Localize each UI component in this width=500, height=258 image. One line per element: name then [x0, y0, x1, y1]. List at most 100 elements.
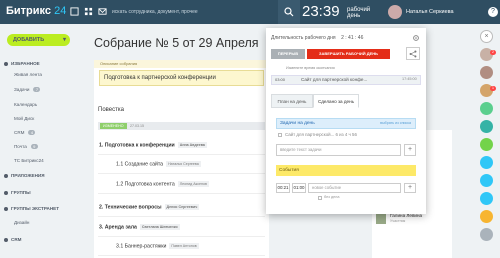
sidebar-item[interactable]: Календарь: [14, 102, 37, 107]
sidebar-item[interactable]: ГРУППЫ ЭКСТРАНЕТ: [4, 206, 59, 211]
bullet-icon: [4, 173, 8, 178]
task-input[interactable]: введите текст задачи: [276, 144, 401, 156]
responsible-tag[interactable]: Наталья Сергеева: [166, 161, 201, 167]
workday-duration: 2 : 41 : 46: [341, 35, 364, 41]
chevron-down-icon: ▾: [62, 37, 66, 43]
task-checkbox[interactable]: [278, 133, 282, 137]
sidebar-item[interactable]: CRM: [4, 237, 21, 242]
top-bar: Битрикс 24 искать сотрудника, документ, …: [0, 0, 500, 24]
sidebar-item-label: ГРУППЫ: [11, 190, 31, 195]
notifications-icon[interactable]: [70, 7, 79, 16]
counter-badge: 4: [28, 130, 36, 135]
sidebar-item-label: CRM: [14, 130, 25, 135]
search-button[interactable]: [278, 0, 300, 24]
popup-note[interactable]: Измените время окончания: [286, 66, 335, 70]
phone-icon[interactable]: [480, 138, 493, 151]
sidebar-item[interactable]: Задачи 7: [14, 87, 41, 92]
bullet-icon: [4, 237, 8, 242]
bitrix24-icon[interactable]: [480, 156, 493, 169]
user-avatar-icon[interactable]: [480, 66, 493, 79]
event-name: Сайт для партнерской конфе...: [301, 77, 368, 82]
agenda-item[interactable]: 1. Подготовка к конференции Анна Авдеева: [99, 142, 207, 148]
divider: [98, 193, 265, 194]
user-name[interactable]: Наталья Серкиева: [406, 9, 454, 15]
add-button[interactable]: ДОБАВИТЬ ▾: [7, 34, 70, 46]
meeting-subtitle: Описание собрания: [94, 60, 269, 68]
finish-workday-button[interactable]: ЗАВЕРШИТЬ РАБОЧИЙ ДЕНЬ: [307, 49, 390, 59]
bitrix24-logo[interactable]: Битрикс 24: [6, 5, 66, 17]
agenda-item[interactable]: 2. Технические вопросы Денис Сергеевич: [99, 204, 200, 210]
sidebar-item[interactable]: Живая лента: [14, 72, 42, 77]
chat-icon[interactable]: [480, 210, 493, 223]
add-icon[interactable]: [480, 192, 493, 205]
responsible-tag[interactable]: Павел Антонов: [169, 243, 199, 249]
telegram-icon[interactable]: [480, 174, 493, 187]
history-icon[interactable]: [480, 228, 493, 241]
close-icon[interactable]: ×: [480, 30, 493, 43]
add-task-button[interactable]: +: [404, 144, 416, 156]
right-icon-column: × 2 1: [473, 24, 500, 258]
sidebar-item[interactable]: CRM 4: [14, 130, 36, 135]
left-sidebar: ДОБАВИТЬ ▾ ИЗБРАННОЕ Живая лента Задачи 7 Кал…: [0, 24, 76, 258]
tab-plan[interactable]: План на день: [271, 94, 313, 108]
tab-done[interactable]: Сделано за день: [313, 94, 359, 108]
sidebar-item-label: Почта: [14, 144, 27, 149]
share-button[interactable]: [406, 47, 420, 60]
event-from-time[interactable]: 00:21: [276, 183, 290, 193]
divider: [98, 216, 265, 217]
help-icon[interactable]: ?: [488, 7, 498, 17]
agenda-item[interactable]: 1.2 Подготовка контента Леонид Аксенов: [116, 181, 209, 187]
sidebar-item[interactable]: Почта 9: [14, 144, 38, 149]
sidebar-item[interactable]: ИЗБРАННОЕ: [4, 61, 40, 66]
chat-icon[interactable]: [480, 102, 493, 115]
sidebar-item[interactable]: ПРИЛОЖЕНИЯ: [4, 173, 45, 178]
participant-row[interactable]: Галина Левина Участник: [372, 212, 452, 226]
divider: [98, 154, 265, 155]
responsible-tag[interactable]: Светлана Шевченко: [139, 224, 180, 230]
event-to-time[interactable]: 01:00: [292, 183, 306, 193]
add-event-button[interactable]: +: [404, 183, 416, 193]
sidebar-item-label: ПРИЛОЖЕНИЯ: [11, 173, 45, 178]
counter-badge: 9: [30, 144, 38, 149]
select-from-list-link[interactable]: выбрать из списка: [380, 119, 411, 128]
sidebar-item-label: ГРУППЫ ЭКСТРАНЕТ: [11, 206, 60, 211]
sidebar-item-label: Задачи: [14, 87, 30, 92]
agenda-date: 27.03.15: [130, 124, 144, 128]
bullet-icon: [4, 190, 8, 195]
bullet-icon: [4, 206, 8, 211]
sidebar-item[interactable]: ТС Битрикс24: [14, 158, 44, 163]
sidebar-item-label: ИЗБРАННОЕ: [11, 61, 40, 66]
agenda-item[interactable]: 1.1 Создание сайта Наталья Сергеева: [116, 161, 201, 167]
sidebar-item-label: Дизайн: [14, 220, 30, 225]
avatar[interactable]: [388, 5, 402, 19]
workday-label[interactable]: рабочий день: [347, 7, 377, 19]
agenda-item-text: 1.2 Подготовка контента: [116, 181, 175, 188]
sidebar-item[interactable]: Мой Диск: [14, 116, 34, 121]
responsible-tag[interactable]: Анна Авдеева: [177, 142, 207, 148]
sidebar-item[interactable]: ГРУППЫ: [4, 190, 31, 195]
agenda-item[interactable]: 3. Аренда зала Светлана Шевченко: [99, 224, 180, 230]
agenda-item-text: 3. Аренда зала: [99, 224, 137, 231]
participant-role: Участник: [390, 219, 406, 223]
divider: [98, 255, 265, 256]
agenda-item-text: 3.1 Баннер-растяжки: [116, 243, 167, 250]
event-input[interactable]: новое событие: [308, 183, 401, 193]
responsible-tag[interactable]: Денис Сергеевич: [164, 204, 200, 210]
divider: [98, 236, 265, 237]
grid-icon[interactable]: [84, 7, 93, 16]
sidebar-item[interactable]: Дизайн: [14, 220, 29, 225]
pause-button[interactable]: ПЕРЕРЫВ: [271, 49, 305, 59]
counter-badge: 1: [490, 86, 496, 91]
clock[interactable]: 23:39: [302, 3, 340, 20]
mail-icon[interactable]: [98, 7, 107, 16]
agenda-item[interactable]: 3.1 Баннер-растяжки Павел Антонов: [116, 243, 199, 249]
meeting-name-field[interactable]: Подготовка к партнерской конференции: [99, 70, 264, 86]
responsible-tag[interactable]: Леонид Аксенов: [177, 181, 209, 187]
meeting-card: Описание собрания Подготовка к партнерск…: [94, 60, 269, 258]
divider: [98, 173, 265, 174]
chat-icon[interactable]: [480, 120, 493, 133]
status-badge: ИЗМЕНЕНО: [100, 123, 127, 129]
gear-icon[interactable]: [412, 34, 420, 42]
event-checkbox[interactable]: [318, 196, 322, 200]
search-input[interactable]: искать сотрудника, документ, прочее: [112, 6, 272, 18]
